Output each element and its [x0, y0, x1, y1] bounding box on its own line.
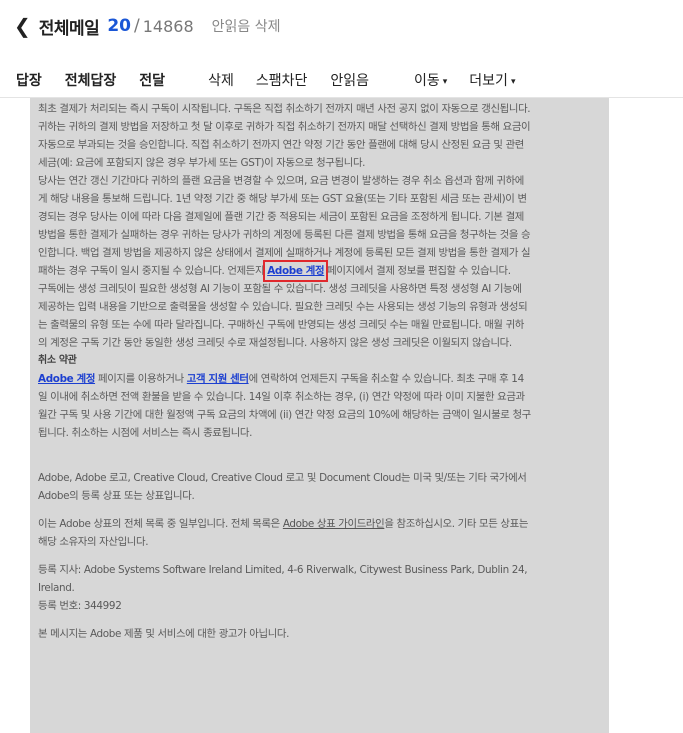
delete-button[interactable]: 삭제: [208, 70, 234, 90]
support-center-link[interactable]: 고객 지원 센터: [187, 373, 249, 385]
total-count: 14868: [142, 16, 194, 36]
cancel-text-mid: 페이지를 이용하거나: [95, 373, 187, 385]
mark-unread-button[interactable]: 안읽음: [330, 70, 369, 90]
trademark-list-text: 이는 Adobe 상표의 전체 목록 중 일부입니다. 전체 목록은: [38, 518, 283, 530]
forward-button[interactable]: 전달: [139, 70, 165, 90]
non-ad-notice: 본 메시지는 Adobe 제품 및 서비스에 대한 광고가 아닙니다.: [38, 628, 290, 640]
renewal-paragraph: 최초 결제가 처리되는 즉시 구독이 시작됩니다. 구독은 직접 취소하기 전까…: [38, 103, 531, 169]
folder-title: 전체메일: [38, 18, 100, 39]
trademark-list-paragraph: 이는 Adobe 상표의 전체 목록 중 일부입니다. 전체 목록은 Adobe…: [38, 515, 533, 551]
adobe-account-link-2[interactable]: Adobe 계정: [38, 373, 95, 385]
more-label: 더보기: [469, 72, 508, 89]
registered-office: 등록 지사: Adobe Systems Software Ireland Li…: [38, 564, 528, 594]
move-label: 이동: [414, 72, 440, 89]
unread-count: 20: [107, 16, 131, 36]
credits-paragraph: 구독에는 생성 크레딧이 필요한 생성형 AI 기능이 포함될 수 있습니다. …: [38, 283, 528, 349]
edit-payment-text: 페이지에서 결제 정보를 편집할 수 있습니다.: [324, 265, 511, 277]
mail-side-margin: [609, 98, 683, 733]
cancel-paragraph: Adobe 계정 페이지를 이용하거나 고객 지원 센터에 연락하여 언제든지 …: [38, 370, 533, 442]
spam-block-button[interactable]: 스팸차단: [256, 70, 308, 90]
trademark-guidelines-link[interactable]: Adobe 상표 가이드라인: [283, 518, 385, 530]
count-separator: /: [134, 16, 140, 36]
cancel-terms-heading: 취소 약관: [38, 355, 77, 366]
back-arrow-icon[interactable]: ❮: [14, 16, 31, 36]
registration-number: 등록 번호: 344992: [38, 600, 122, 612]
reply-all-button[interactable]: 전체답장: [65, 70, 117, 90]
adobe-account-link[interactable]: Adobe 계정: [263, 260, 329, 282]
chevron-down-icon: ▾: [442, 76, 448, 87]
trademark-paragraph: Adobe, Adobe 로고, Creative Cloud, Creativ…: [38, 472, 527, 502]
price-change-paragraph: 당사는 연간 갱신 기간마다 귀하의 플랜 요금을 변경할 수 있으며, 요금 …: [38, 172, 533, 282]
more-dropdown[interactable]: 더보기 ▾: [469, 70, 515, 90]
mail-content: 최초 결제가 처리되는 즉시 구독이 시작됩니다. 구독은 직접 취소하기 전까…: [38, 100, 533, 643]
delete-unread-button[interactable]: 안읽음 삭제: [212, 16, 281, 36]
mail-header: ❮ 전체메일 20 / 14868 안읽음 삭제: [0, 0, 683, 52]
reply-button[interactable]: 답장: [16, 70, 42, 90]
move-dropdown[interactable]: 이동 ▾: [414, 70, 447, 90]
mail-body: 최초 결제가 처리되는 즉시 구독이 시작됩니다. 구독은 직접 취소하기 전까…: [30, 98, 639, 733]
price-change-text: 당사는 연간 갱신 기간마다 귀하의 플랜 요금을 변경할 수 있으며, 요금 …: [38, 175, 531, 277]
chevron-down-icon: ▾: [510, 76, 516, 87]
mail-toolbar: 답장 전체답장 전달 삭제 스팸차단 안읽음 이동 ▾ 더보기 ▾: [0, 62, 683, 98]
